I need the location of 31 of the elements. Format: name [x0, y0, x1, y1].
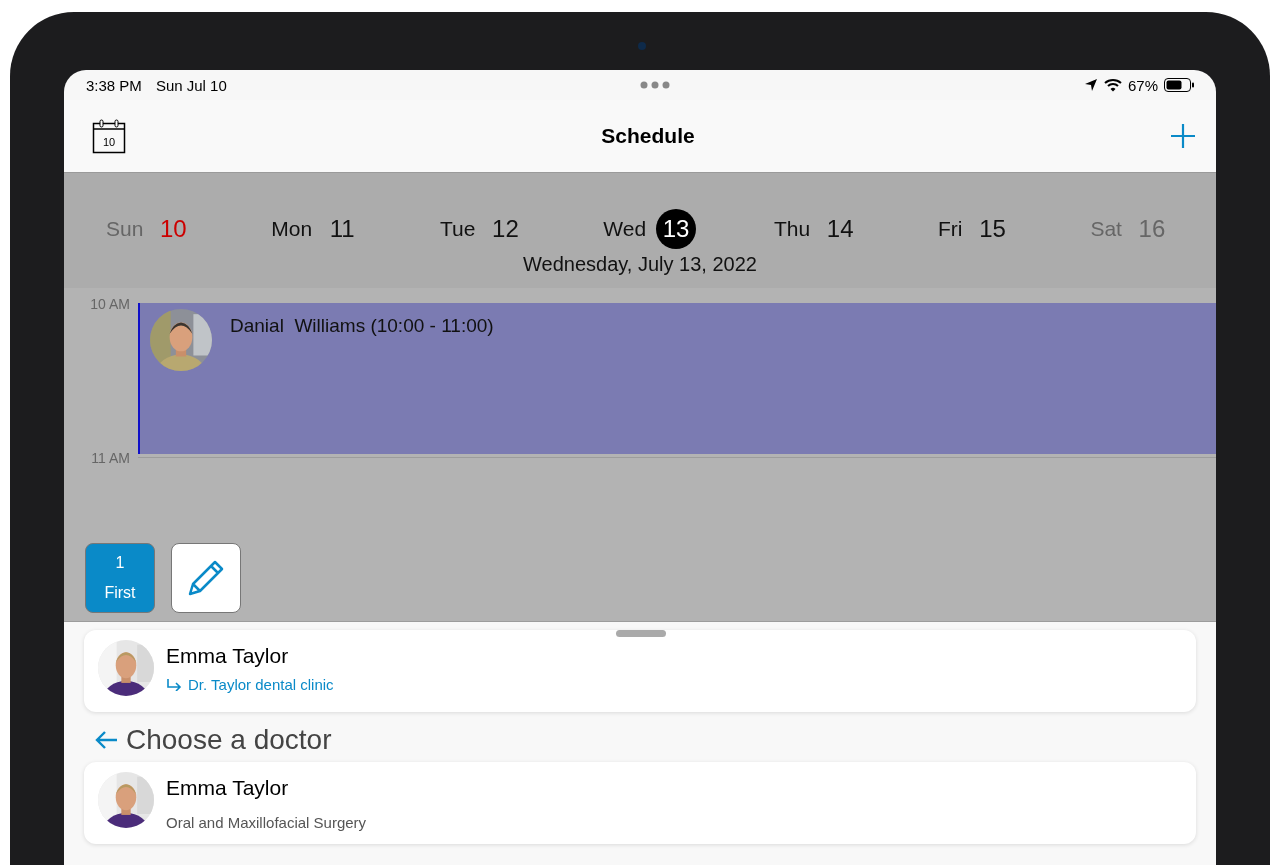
- add-icon[interactable]: [1170, 123, 1196, 149]
- battery-percent: 67%: [1127, 76, 1158, 94]
- selected-date: Wednesday, July 13, 2022: [522, 253, 758, 276]
- doctor-name: Emma Taylor: [166, 644, 290, 668]
- doctor-name: Emma Taylor: [166, 776, 290, 800]
- return-arrow-icon: [166, 678, 182, 691]
- day-tab[interactable]: Thu 14: [773, 209, 861, 249]
- battery-icon: [1164, 78, 1194, 92]
- camera-lens: [638, 42, 646, 50]
- doctor-specialty: Oral and Maxillofacial Surgery: [166, 814, 367, 831]
- section-heading: Choose a doctor: [126, 724, 332, 756]
- appointment-block[interactable]: Danial Williams (10:00 - 11:00): [138, 303, 1216, 454]
- edit-button[interactable]: [171, 543, 241, 613]
- day-tab[interactable]: Fri 15: [938, 209, 1013, 249]
- status-date: Sun Jul 10: [155, 76, 227, 94]
- doctor-card[interactable]: Emma Taylor Oral and Maxillofacial Surgery: [84, 762, 1196, 844]
- sheet-handle[interactable]: [616, 630, 666, 637]
- clinic-name: Dr. Taylor dental clinic: [188, 676, 334, 693]
- hour-label: 10 AM: [89, 296, 130, 314]
- back-icon[interactable]: [94, 730, 118, 750]
- day-tab[interactable]: Mon 11: [271, 209, 363, 249]
- day-tab[interactable]: Wed 13: [603, 209, 697, 249]
- screen-title: Schedule: [600, 124, 696, 148]
- more-dots-icon: [640, 81, 671, 89]
- day-tab[interactable]: Tue 12: [440, 209, 526, 249]
- wifi-icon: [1103, 78, 1122, 92]
- doctor-card[interactable]: Emma Taylor Dr. Taylor dental clinic: [84, 630, 1196, 712]
- first-button[interactable]: 1 First: [85, 543, 155, 613]
- status-time: 3:38 PM: [86, 76, 142, 94]
- location-icon: [1083, 78, 1098, 92]
- hour-label: 11 AM: [90, 450, 130, 468]
